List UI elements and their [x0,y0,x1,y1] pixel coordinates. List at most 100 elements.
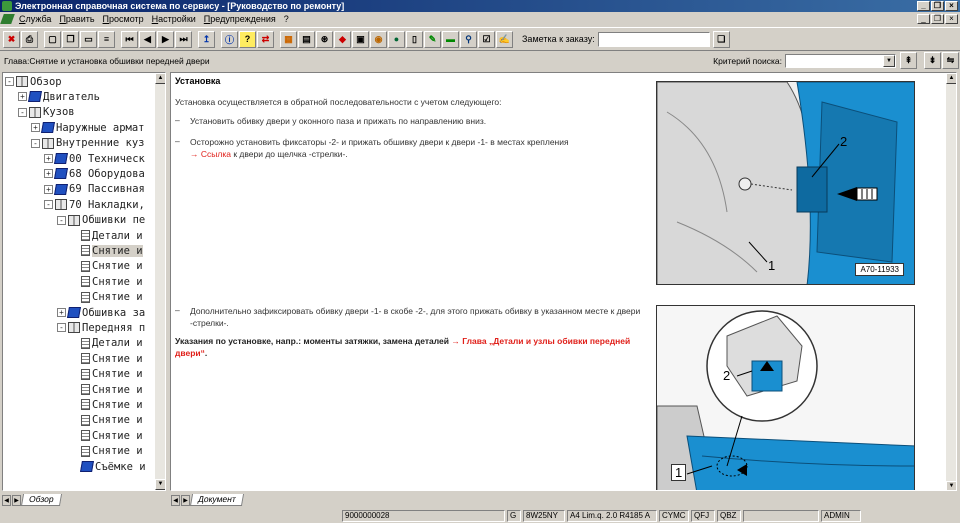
tree-item[interactable]: +68 Оборудова [44,166,145,181]
tree-item[interactable]: Снятие и [70,243,143,258]
menu-help[interactable]: ? [280,14,293,24]
tab-prev-icon[interactable]: ◀ [2,494,11,506]
tab-next-icon[interactable]: ▶ [12,494,21,506]
next-icon[interactable]: ▶ [157,30,174,48]
collapse-icon[interactable]: - [57,323,66,333]
tree-item[interactable]: Снятие и [70,428,143,443]
tree-item[interactable]: Снятие и [70,259,143,274]
collapse-icon[interactable]: - [18,107,27,117]
expand-icon[interactable]: + [57,308,66,317]
vehicle-icon[interactable]: ▭ [80,30,97,48]
tree-item[interactable]: Снятие и [70,444,143,459]
tree-scrollbar[interactable]: ▲ ▼ [155,73,165,490]
menu-view[interactable]: Просмотр [99,14,148,24]
grid-icon[interactable]: ▦ [280,30,297,48]
tree-item[interactable]: Снятие и [70,274,143,289]
tree-item[interactable]: + Двигатель [18,89,100,104]
reference-link[interactable]: → Ссылка [190,149,231,159]
restore-button[interactable]: ❐ [931,1,944,11]
clipboard-icon[interactable]: ▯ [406,30,423,48]
tree-item[interactable]: Снятие и [70,351,143,366]
expand-icon[interactable]: + [44,154,53,163]
search-prev-icon[interactable]: ⇞ [900,52,917,69]
tree-item[interactable]: - Обзор [5,74,62,89]
tree-item[interactable]: - 70 Накладки, [44,197,145,212]
tree-item[interactable]: + Обшивка за [57,305,145,320]
tab-overview[interactable]: Обзор [20,494,62,506]
wrench-icon[interactable]: ✎ [424,30,441,48]
search-dropdown[interactable]: ▼ [785,53,896,68]
scroll-up-icon[interactable]: ▲ [155,73,165,84]
doc-tab-next-icon[interactable]: ▶ [181,494,190,506]
tree-panel[interactable]: - Обзор + Двигатель - Кузов + Наружные армат - Вн… [2,72,166,491]
wheel-icon[interactable]: ⊛ [316,30,333,48]
tree-item[interactable]: Снятие и [70,397,143,412]
last-icon[interactable]: ⏭ [175,30,192,48]
previous-icon[interactable]: ◀ [139,30,156,48]
note-edit-icon[interactable]: ❏ [712,30,730,48]
tree-item[interactable]: Детали и [70,336,143,351]
close-button[interactable]: × [945,1,958,11]
help-icon[interactable]: ? [239,30,256,48]
tree-item[interactable]: - Передняя п [57,320,145,335]
document-scrollbar[interactable]: ▲ ▼ [946,73,956,490]
tree-item[interactable]: Снятие и [70,367,143,382]
expand-icon[interactable]: + [44,169,53,179]
exit-icon[interactable]: ✖ [3,30,20,48]
notes-icon[interactable]: ✍ [496,30,513,48]
doc-close-button[interactable]: × [945,14,958,24]
doc-minimize-button[interactable]: _ [917,14,930,24]
scroll-down-icon[interactable]: ▼ [155,479,165,490]
up-icon[interactable]: ↥ [198,30,215,48]
search-next-icon[interactable]: ⇟ [924,52,941,69]
chevron-down-icon[interactable]: ▼ [883,54,895,67]
list-icon[interactable]: ≡ [98,30,115,48]
diamond-icon[interactable]: ◆ [334,30,351,48]
menu-settings[interactable]: Настройки [148,14,200,24]
doc-scroll-up-icon[interactable]: ▲ [946,73,956,84]
first-icon[interactable]: ⏮ [121,30,138,48]
tree-item[interactable]: + Наружные армат [31,120,145,135]
tree-item[interactable]: +69 Пассивная [44,182,145,197]
collapse-icon[interactable]: - [44,200,53,210]
note-input[interactable] [597,31,710,47]
doc-tab-prev-icon[interactable]: ◀ [171,494,180,506]
menu-service[interactable]: Служба [15,14,55,24]
globe-icon[interactable]: ● [388,30,405,48]
info-icon[interactable]: ⓘ [221,30,238,48]
color-icon[interactable]: ◉ [370,30,387,48]
collapse-icon[interactable]: - [57,215,66,225]
checklist-icon[interactable]: ☑ [478,30,495,48]
car-icon[interactable]: ▬ [442,30,459,48]
new-document-icon[interactable]: ▢ [44,30,61,48]
doc-scroll-down-icon[interactable]: ▼ [946,481,956,490]
print-icon[interactable]: ⎙ [21,30,38,48]
doc-restore-button[interactable]: ❐ [931,14,944,24]
status-engine: CYMC [659,510,689,522]
table-icon[interactable]: ▤ [298,30,315,48]
expand-icon[interactable]: + [18,92,27,102]
copy-icon[interactable]: ❐ [62,30,79,48]
tree-item[interactable]: - Внутренние куз [31,136,145,151]
search-options-icon[interactable]: ⇋ [942,52,959,69]
tree-item[interactable]: Детали и [70,228,143,243]
minimize-button[interactable]: _ [917,1,930,11]
tree-item[interactable]: - Обшивки пе [57,213,145,228]
tree-item[interactable]: Снятие и [70,290,143,305]
tree-item[interactable]: Снятие и [70,413,143,428]
menu-warnings[interactable]: Предупреждения [200,14,280,24]
collapse-icon[interactable]: - [5,77,14,86]
tree-item[interactable]: - Кузов [18,105,75,120]
chart-icon[interactable]: ▣ [352,30,369,48]
tree-item-label: Снятие и [92,260,143,273]
menu-edit[interactable]: Править [55,14,98,24]
collapse-icon[interactable]: - [31,138,40,148]
expand-icon[interactable]: + [31,123,40,133]
expand-icon[interactable]: + [44,184,53,194]
tree-item[interactable]: Снятие и [70,382,143,397]
tree-item[interactable]: Съёмке и [70,459,146,474]
network-icon[interactable]: ⚲ [460,30,477,48]
swap-icon[interactable]: ⇄ [257,30,274,48]
tree-item[interactable]: +00 Техническ [44,151,145,166]
tab-document[interactable]: Документ [189,494,244,506]
